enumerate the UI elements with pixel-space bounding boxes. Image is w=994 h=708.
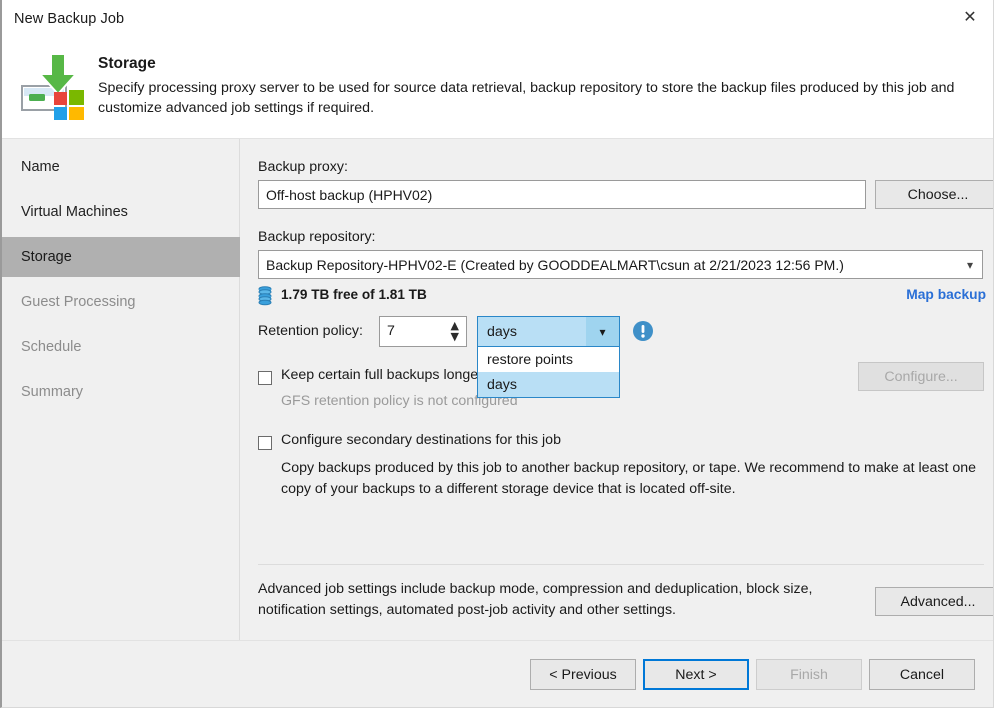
- chevron-down-icon[interactable]: ▼: [451, 331, 459, 342]
- retention-units-dropdown-list: restore points days: [477, 347, 620, 398]
- backup-repository-value: Backup Repository-HPHV02-E (Created by G…: [266, 256, 844, 273]
- dropdown-option-days[interactable]: days: [478, 372, 619, 397]
- chevron-down-icon: ▾: [966, 257, 973, 272]
- repository-stack-icon: [258, 286, 272, 306]
- sidebar-item-guest-processing[interactable]: Guest Processing: [2, 282, 240, 322]
- title-bar: New Backup Job ✕: [2, 0, 993, 40]
- sidebar-item-storage[interactable]: Storage: [2, 237, 240, 277]
- sidebar-item-label: Storage: [21, 249, 72, 265]
- backup-proxy-label: Backup proxy:: [258, 159, 348, 175]
- retention-quantity-stepper[interactable]: 7 ▲ ▼: [379, 316, 467, 347]
- retention-units-select[interactable]: days ▾: [477, 316, 620, 347]
- window-title: New Backup Job: [14, 11, 125, 27]
- storage-settings-panel: Backup proxy: Off-host backup (HPHV02) C…: [241, 139, 993, 640]
- keep-full-backups-checkbox[interactable]: [258, 371, 272, 385]
- sidebar-item-label: Summary: [21, 384, 84, 400]
- sidebar-item-virtual-machines[interactable]: Virtual Machines: [2, 192, 240, 232]
- advanced-settings-description: Advanced job settings include backup mod…: [258, 581, 813, 618]
- previous-button[interactable]: < Previous: [530, 659, 636, 690]
- secondary-destinations-description: Copy backups produced by this job to ano…: [281, 460, 977, 497]
- dialog-footer: < Previous Next > Finish Cancel: [2, 640, 993, 707]
- sidebar-item-schedule[interactable]: Schedule: [2, 327, 240, 367]
- sidebar-item-label: Name: [21, 159, 60, 175]
- finish-button[interactable]: Finish: [756, 659, 862, 690]
- sidebar-item-label: Guest Processing: [21, 294, 136, 310]
- next-button[interactable]: Next >: [643, 659, 749, 690]
- backup-proxy-input[interactable]: Off-host backup (HPHV02): [258, 180, 866, 209]
- map-backup-link[interactable]: Map backup: [906, 287, 986, 302]
- backup-repository-label: Backup repository:: [258, 229, 376, 245]
- page-title: Storage: [98, 55, 156, 72]
- close-icon[interactable]: ✕: [947, 0, 993, 32]
- storage-backup-icon: [20, 50, 92, 122]
- new-backup-job-dialog: New Backup Job ✕ Storage Specify process…: [0, 0, 994, 708]
- wizard-steps-sidebar: Name Virtual Machines Storage Guest Proc…: [2, 139, 240, 640]
- backup-repository-select[interactable]: Backup Repository-HPHV02-E (Created by G…: [258, 250, 983, 279]
- sidebar-item-name[interactable]: Name: [2, 147, 240, 187]
- retention-quantity-value: 7: [387, 323, 395, 339]
- free-space-text: 1.79 TB free of 1.81 TB: [281, 287, 427, 302]
- advanced-settings-button[interactable]: Advanced...: [875, 587, 993, 616]
- sidebar-item-label: Virtual Machines: [21, 204, 128, 220]
- secondary-destinations-label: Configure secondary destinations for thi…: [281, 432, 561, 448]
- sidebar-item-summary[interactable]: Summary: [2, 372, 240, 412]
- chevron-down-icon[interactable]: ▾: [586, 317, 619, 346]
- choose-proxy-button[interactable]: Choose...: [875, 180, 993, 209]
- dialog-body: Name Virtual Machines Storage Guest Proc…: [2, 138, 993, 640]
- configure-gfs-button[interactable]: Configure...: [858, 362, 984, 391]
- secondary-destinations-checkbox[interactable]: [258, 436, 272, 450]
- retention-policy-label: Retention policy:: [258, 323, 363, 339]
- dropdown-option-restore-points[interactable]: restore points: [478, 347, 619, 372]
- sidebar-item-label: Schedule: [21, 339, 82, 355]
- cancel-button[interactable]: Cancel: [869, 659, 975, 690]
- divider: [258, 564, 984, 565]
- info-exclamation-icon: [632, 320, 654, 342]
- page-description: Specify processing proxy server to be us…: [98, 80, 955, 116]
- wizard-header: Storage Specify processing proxy server …: [2, 40, 993, 138]
- retention-units-value: days: [487, 323, 517, 340]
